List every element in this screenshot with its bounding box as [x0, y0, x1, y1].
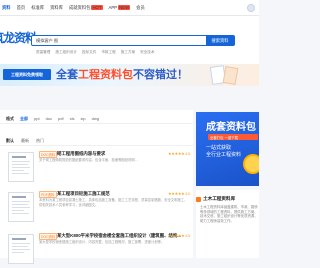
item-title[interactable]: 某大型K800平米学校宿舍楼全套施工组织设计（建筑图、结构...	[57, 233, 181, 239]
document-thumbnail[interactable]	[8, 234, 34, 264]
nav-item-1[interactable]: 首页	[17, 5, 26, 11]
banner-headline: 全套工程资料包不容错过！	[56, 66, 188, 82]
list-item[interactable]: DOC资料 某大型K800平米学校宿舍楼全套施工组织设计（建筑图、结构... 某…	[0, 230, 193, 268]
banner-text-highlight: 工程资料包	[78, 69, 133, 81]
hotword[interactable]: 安全技术	[140, 50, 154, 55]
sidebar-ad[interactable]: 成套资料包 全套打包 一键下载 一站式获取 全行业工程资料	[196, 112, 259, 186]
hotword[interactable]: 质量管理	[36, 50, 50, 55]
item-description: 某大型学校宿舍楼施工组织设计，内容完整，包括工程概况、施工部署、进度计划等。	[39, 240, 165, 244]
item-title[interactable]: 某工程项目砼施工施工规范	[57, 191, 110, 197]
nav-item-3[interactable]: 资料库	[50, 5, 63, 11]
nav-item-5-label: APP	[108, 5, 118, 10]
folder-icon	[196, 196, 201, 202]
format-filter: 格式 全部 ppt doc pdf xls zip dwg	[0, 114, 193, 124]
nav-items: 资料 首页 标准库 资料库 成就资料包 HOT APP NEW 会员	[2, 4, 145, 11]
ad-sub-line: 全行业工程资料	[206, 151, 242, 158]
file-type-badge: DOC资料	[39, 151, 58, 158]
hot-badge: HOT	[91, 4, 103, 10]
item-description: 本资料为某工程项目混凝土施工，具体包括施工准备、施工工艺流程、质量控制措施、安全…	[39, 198, 188, 207]
recommend-title-text: 土木工程资料库	[203, 196, 236, 201]
document-thumbnail[interactable]	[8, 152, 34, 182]
search-input[interactable]	[32, 36, 206, 45]
file-type-badge: PDF资料	[39, 191, 57, 198]
sort-tab[interactable]: 最新	[21, 138, 29, 144]
filter-option[interactable]: xls	[70, 116, 75, 121]
ad-title: 成套资料包	[206, 122, 256, 133]
filter-option[interactable]: zip	[80, 116, 85, 121]
new-badge: NEW	[118, 5, 131, 10]
banner-button[interactable]: 工程资料免费领取	[3, 69, 51, 80]
list-item[interactable]: DOC资料 砌工程用图纸内容与要求 关于砌工程砌筑规范的图纸要求内容，包含平面、…	[0, 148, 193, 186]
nav-item-4-label: 成就资料包	[68, 4, 91, 10]
hot-search-words: 质量管理 施工组织设计 投标文件 市政工程 施工方案 安全技术	[36, 50, 154, 55]
sort-tab[interactable]: 默认	[6, 138, 14, 144]
hotword[interactable]: 施工组织设计	[55, 50, 77, 55]
sort-tabs: 默认 最新 热门	[0, 136, 193, 146]
filter-option[interactable]: doc	[46, 116, 52, 121]
rating-stars: ★★★★★ 4.5	[168, 233, 190, 238]
resource-list: 格式 全部 ppt doc pdf xls zip dwg 默认 最新 热门 D…	[0, 110, 193, 264]
file-type-badge: DOC资料	[39, 233, 58, 240]
recommend-body: 土木工程资料库涵盖建筑、市政、路桥等多领域的工程资料，提供施工方案、技术交底、施…	[200, 205, 258, 223]
rating-stars: ★★★★★ 4.5	[168, 151, 190, 156]
search-button[interactable]: 搜索资料	[206, 36, 234, 45]
rating-stars: ★★★★★ 4.0	[168, 191, 190, 196]
promo-banner[interactable]: 工程资料免费领取 全套工程资料包不容错过！	[0, 64, 259, 86]
list-item[interactable]: PDF资料 某工程项目砼施工施工规范 本资料为某工程项目混凝土施工，具体包括施工…	[0, 188, 193, 226]
sort-tab[interactable]: 热门	[36, 138, 44, 144]
nav-item-4[interactable]: 成就资料包 HOT	[68, 4, 103, 11]
top-navigation: 资料 首页 标准库 资料库 成就资料包 HOT APP NEW 会员	[0, 0, 259, 16]
search-bar: 搜索资料	[31, 35, 235, 46]
filter-option[interactable]: pdf	[58, 116, 64, 121]
filter-option[interactable]: 全部	[20, 116, 28, 122]
nav-item-0[interactable]: 资料	[2, 5, 11, 11]
banner-text-pre: 全套	[56, 69, 78, 81]
filter-option[interactable]: ppt	[34, 116, 40, 121]
hotword[interactable]: 施工方案	[121, 50, 135, 55]
document-illustration	[222, 66, 239, 85]
user-avatar[interactable]	[247, 4, 255, 12]
nav-item-5[interactable]: APP NEW	[109, 5, 131, 10]
item-title[interactable]: 砌工程用图纸内容与要求	[57, 151, 105, 157]
nav-item-6[interactable]: 会员	[136, 5, 145, 11]
site-header: 筑龙资料 搜索资料 质量管理 施工组织设计 投标文件 市政工程 施工方案 安全技…	[0, 16, 259, 64]
hotword[interactable]: 市政工程	[101, 50, 115, 55]
ad-subtitle: 一站式获取 全行业工程资料	[206, 145, 241, 158]
item-description: 关于砌工程砌筑规范的图纸要求内容，包含平面、剖面等图纸说明...	[39, 158, 138, 162]
ad-tag: 全套打包 一键下载	[208, 134, 258, 140]
recommend-title[interactable]: 土木工程资料库	[196, 196, 259, 202]
filter-label: 格式	[6, 115, 14, 121]
coin-icon	[243, 154, 259, 174]
document-thumbnail[interactable]	[8, 192, 34, 222]
filter-option[interactable]: dwg	[92, 116, 99, 121]
banner-text-post: 不容错过！	[133, 69, 188, 81]
nav-item-2[interactable]: 标准库	[31, 5, 44, 11]
hotword[interactable]: 投标文件	[82, 50, 96, 55]
